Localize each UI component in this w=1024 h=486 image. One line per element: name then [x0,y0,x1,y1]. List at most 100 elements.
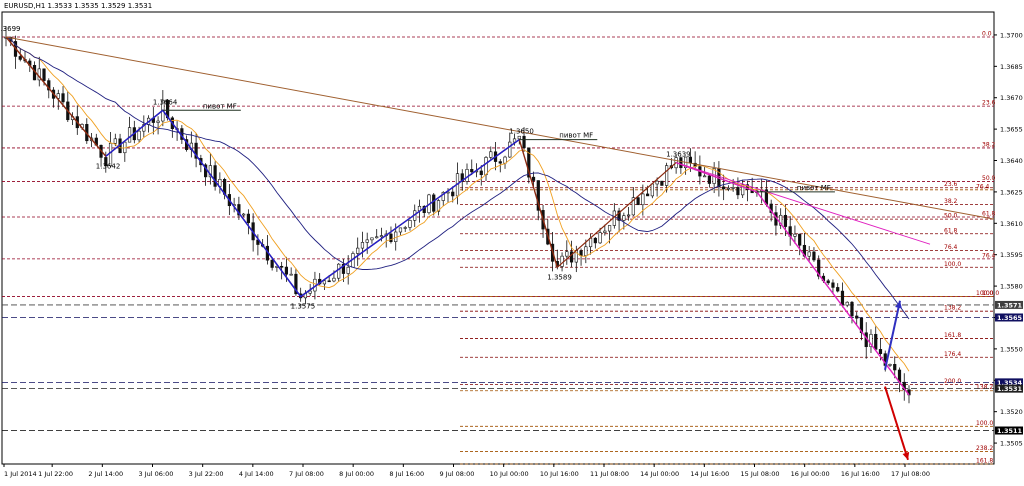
candle-body [522,135,526,149]
candle-body [517,135,521,140]
candle-body [408,219,412,228]
fib3-label: 76.4 [976,183,990,190]
candle-body [655,180,659,185]
swing-label: 1.3639 [666,151,691,159]
x-tick-label: 8 Jul 00:00 [339,470,374,478]
x-tick-label: 1 Jul 22:00 [38,470,73,478]
candle-body [289,273,293,276]
candle-body [503,156,507,164]
x-tick-label: 4 Jul 14:00 [239,470,274,478]
x-tick-label: 16 Jul 16:00 [841,470,880,478]
x-tick-label: 11 Jul 08:00 [590,470,629,478]
candle-body [798,233,802,246]
candle-body [622,215,626,221]
trend-line [5,36,995,220]
swing-label: 1.3699 [0,25,21,33]
fib1-label: 38.2 [982,141,996,148]
fib2-label: 176.4 [944,351,961,358]
symbol-header: EURUSD,H1 1.3533 1.3535 1.3529 1.3531 [4,2,153,10]
price-tag-label: 1.3565 [997,314,1023,322]
candle-body [360,242,365,249]
candle-body [703,175,707,178]
candle-body [432,194,436,212]
fib2-label: 100.0 [944,261,961,268]
candle-body [607,225,612,232]
candle-body [707,175,711,184]
fib2-label: 200.0 [944,378,961,385]
candle-body [498,161,502,164]
candle-body [346,266,350,274]
candle-body [18,56,22,60]
pivot-label: пивот MF [559,132,593,140]
x-tick-label: 14 Jul 16:00 [690,470,729,478]
fib2-label: 138.2 [944,305,961,312]
candle-body [508,141,512,158]
candle-body [484,157,488,176]
candle-body [641,193,645,206]
plot-frame [1,11,995,465]
y-tick-label: 1.3610 [1000,220,1023,228]
candle-body [646,193,650,197]
arrow-head-icon [902,451,910,460]
fib2-label: 23.6 [944,181,958,188]
fib3-label: 100.0 [976,420,993,427]
y-tick-label: 1.3505 [1000,440,1023,448]
candle-body [280,265,284,268]
swing-label: 1.3642 [96,162,121,170]
fib3-label: 100.0 [976,290,993,297]
y-tick-label: 1.3655 [1000,126,1023,134]
fib1-label: 50.0 [982,175,996,182]
y-tick-label: 1.3685 [1000,63,1023,71]
candle-body [451,191,455,197]
swing-label: 1.3589 [547,273,572,281]
fib3-label: 238.2 [976,445,993,452]
candle-body [531,176,536,181]
x-tick-label: 14 Jul 00:00 [640,470,679,478]
candle-body [679,157,683,169]
candle-body [731,187,735,189]
candle-body [284,266,289,275]
x-tick-label: 17 Jul 08:00 [891,470,930,478]
fib2-label: 38.2 [944,198,958,205]
y-tick-label: 1.3670 [1000,94,1023,102]
candle-body [626,214,631,217]
candle-body [726,187,730,190]
candle-body [246,213,250,224]
candle-body [584,246,588,257]
candle-body [370,237,374,241]
candle-body [479,170,483,176]
candle-body [660,180,664,186]
candle-body [826,280,830,284]
candle-body [398,227,403,233]
candle-body [327,280,331,283]
candle-body [888,364,892,366]
candle-body [332,277,336,282]
fib2-label: 61.8 [944,227,958,234]
candle-body [389,233,393,242]
chart: EURUSD,H1 1.3533 1.3535 1.3529 1.3531 1.… [0,0,1024,482]
fib1-label: 76.4 [982,252,996,259]
y-tick-label: 1.3550 [1000,345,1023,353]
candle-body [322,280,327,285]
x-tick-label: 8 Jul 16:00 [389,470,424,478]
candle-body [665,165,669,186]
pivot-label: пивот MF [203,102,237,110]
fib3-label: 138.2 [976,384,993,391]
y-tick-label: 1.3580 [1000,283,1023,291]
fib3-label: 161.8 [976,458,993,465]
price-tag-label: 1.3571 [997,301,1023,309]
candle-body [650,183,654,197]
fib1-label: 23.6 [982,100,996,107]
x-tick-label: 2 Jul 14:00 [88,470,123,478]
x-tick-label: 9 Jul 08:00 [440,470,475,478]
candle-body [356,247,360,254]
candle-body [893,364,897,371]
candle-body [598,232,602,244]
candle-body [565,251,569,257]
candle-body [855,315,859,319]
magenta-channel-line [675,162,931,245]
y-tick-label: 1.3625 [1000,188,1023,196]
x-tick-label: 10 Jul 00:00 [490,470,529,478]
candle-body [836,287,840,292]
y-tick-label: 1.3640 [1000,157,1023,165]
